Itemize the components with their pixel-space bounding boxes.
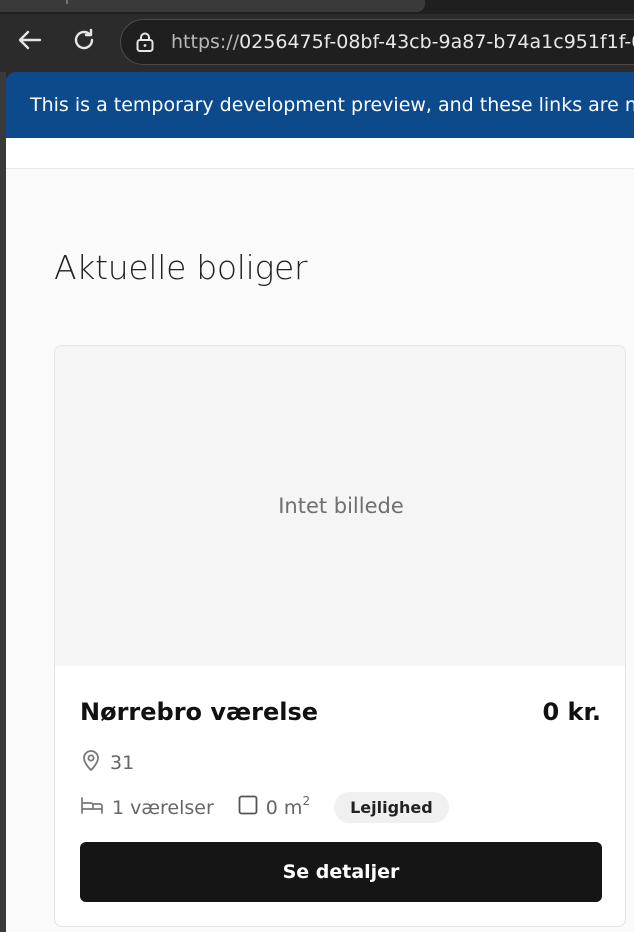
listing-location: 31 xyxy=(80,748,134,777)
page-content: Aktuelle boliger Intet billede Nørrebro … xyxy=(6,138,634,932)
url-scheme: https:// xyxy=(171,31,240,53)
listing-area-value: 0 m xyxy=(265,796,303,819)
listing-image-placeholder: Intet billede xyxy=(55,346,625,666)
page-title: Aktuelle boliger xyxy=(54,248,308,287)
tab-strip xyxy=(0,0,634,14)
square-icon xyxy=(238,795,258,820)
listing-card[interactable]: Intet billede Nørrebro værelse 0 kr. 31 … xyxy=(54,345,626,927)
back-button[interactable] xyxy=(12,24,48,60)
url-host: 0256475f-08bf-43cb-9a87-b74a1c951f1f-0 xyxy=(239,31,634,53)
listing-location-text: 31 xyxy=(110,751,135,774)
active-tab-edge[interactable] xyxy=(0,0,425,12)
listing-meta: 1 værelser 0 m2 Lejlighed xyxy=(80,792,449,823)
reload-button[interactable] xyxy=(66,24,102,60)
address-bar[interactable]: https://0256475f-08bf-43cb-9a87-b74a1c95… xyxy=(120,19,634,65)
listing-area: 0 m2 xyxy=(238,793,311,820)
see-details-button[interactable]: Se detaljer xyxy=(80,842,602,902)
map-pin-icon xyxy=(80,748,102,777)
bed-icon xyxy=(80,795,104,820)
site-header xyxy=(6,138,634,169)
preview-banner-text: This is a temporary development preview,… xyxy=(30,94,634,116)
listing-rooms-text: 1 værelser xyxy=(112,796,214,819)
listing-area-unit-exponent: 2 xyxy=(302,793,311,808)
back-arrow-icon xyxy=(16,26,44,58)
listing-price: 0 kr. xyxy=(542,698,601,726)
listing-title: Nørrebro værelse xyxy=(80,698,319,726)
property-type-badge: Lejlighed xyxy=(334,792,449,823)
reload-icon xyxy=(70,26,98,58)
lock-icon[interactable] xyxy=(133,30,157,54)
listing-area-text: 0 m2 xyxy=(265,793,311,819)
no-image-label: Intet billede xyxy=(278,494,404,518)
listing-rooms: 1 værelser xyxy=(80,795,214,820)
url-text: https://0256475f-08bf-43cb-9a87-b74a1c95… xyxy=(171,31,634,53)
preview-banner: This is a temporary development preview,… xyxy=(6,72,634,138)
browser-toolbar: https://0256475f-08bf-43cb-9a87-b74a1c95… xyxy=(0,14,634,72)
